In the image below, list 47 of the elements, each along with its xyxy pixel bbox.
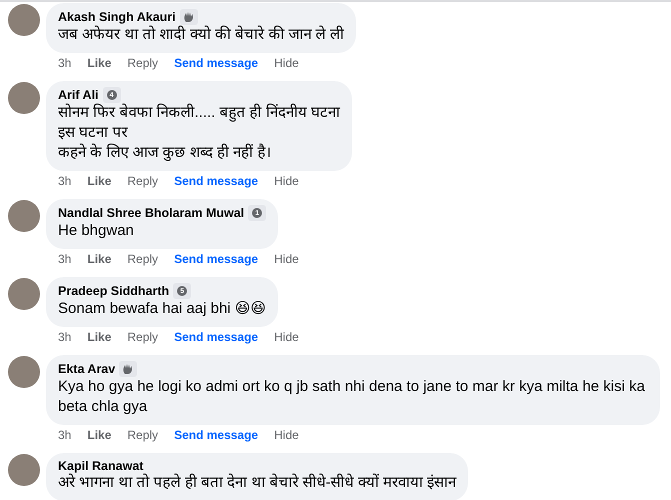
comment-text: इस घटना पर (58, 123, 129, 143)
send-message-button[interactable]: Send message (174, 56, 258, 70)
comment-text: कहने के लिए आज कुछ शब्द ही नहीं है। (58, 143, 272, 163)
comment-text: Kya ho gya he logi ko admi ort ko q jb sath nhi dena to jane to mar kr kya milta he kisi ka beta chla gya (58, 377, 646, 417)
author-name[interactable]: Pradeep Siddharth (58, 284, 170, 298)
like-button[interactable]: Like (87, 56, 112, 70)
avatar-placeholder[interactable] (8, 454, 40, 486)
author-name[interactable]: Nandlal Shree Bholaram Muwal (58, 206, 244, 220)
reply-button[interactable]: Reply (127, 174, 158, 188)
comment-time[interactable]: 3h (58, 428, 72, 442)
badge-icon (180, 9, 198, 25)
hide-button[interactable]: Hide (274, 330, 299, 344)
like-button[interactable]: Like (87, 252, 112, 266)
reply-button[interactable]: Reply (127, 56, 158, 70)
send-message-button[interactable]: Send message (174, 428, 258, 442)
hide-button[interactable]: Hide (274, 56, 299, 70)
author-name[interactable]: Arif Ali (58, 88, 99, 102)
avatar-placeholder[interactable] (8, 82, 40, 114)
reply-button[interactable]: Reply (127, 252, 158, 266)
hide-button[interactable]: Hide (274, 174, 299, 188)
hide-button[interactable]: Hide (274, 428, 299, 442)
comment-text: He bhgwan (58, 221, 135, 241)
author-name[interactable]: Ekta Arav (58, 362, 116, 376)
like-button[interactable]: Like (87, 174, 112, 188)
send-message-button[interactable]: Send message (174, 252, 258, 266)
avatar-placeholder[interactable] (8, 200, 40, 232)
like-button[interactable]: Like (87, 428, 112, 442)
comment-time[interactable]: 3h (58, 330, 72, 344)
author-name[interactable]: Akash Singh Akauri (58, 10, 176, 24)
comment-time[interactable]: 3h (58, 252, 72, 266)
comment-text: Sonam bewafa hai aaj bhi 😆😆 (58, 299, 266, 319)
send-message-button[interactable]: Send message (174, 330, 258, 344)
comment-text: सोनम फिर बेवफा निकली..... बहुत ही निंदनीय घटना (58, 103, 340, 123)
avatar-placeholder[interactable] (8, 356, 40, 388)
comment-text: अरे भागना था तो पहले ही बता देना था बेचारे सीधे-सीधे क्यों मरवाया इंसान (58, 473, 456, 493)
send-message-button[interactable]: Send message (174, 174, 258, 188)
hide-button[interactable]: Hide (274, 252, 299, 266)
comment-time[interactable]: 3h (58, 174, 72, 188)
comment-text: जब अफेयर था तो शादी क्यो की बेचारे की जान ले ली (58, 25, 344, 45)
author-name[interactable]: Kapil Ranawat (58, 459, 144, 473)
badge-icon (119, 361, 138, 377)
avatar-placeholder[interactable] (8, 278, 40, 310)
like-button[interactable]: Like (87, 330, 112, 344)
avatar-placeholder[interactable] (8, 4, 40, 36)
reply-button[interactable]: Reply (127, 330, 158, 344)
comment-time[interactable]: 3h (58, 56, 72, 70)
reply-button[interactable]: Reply (127, 428, 158, 442)
